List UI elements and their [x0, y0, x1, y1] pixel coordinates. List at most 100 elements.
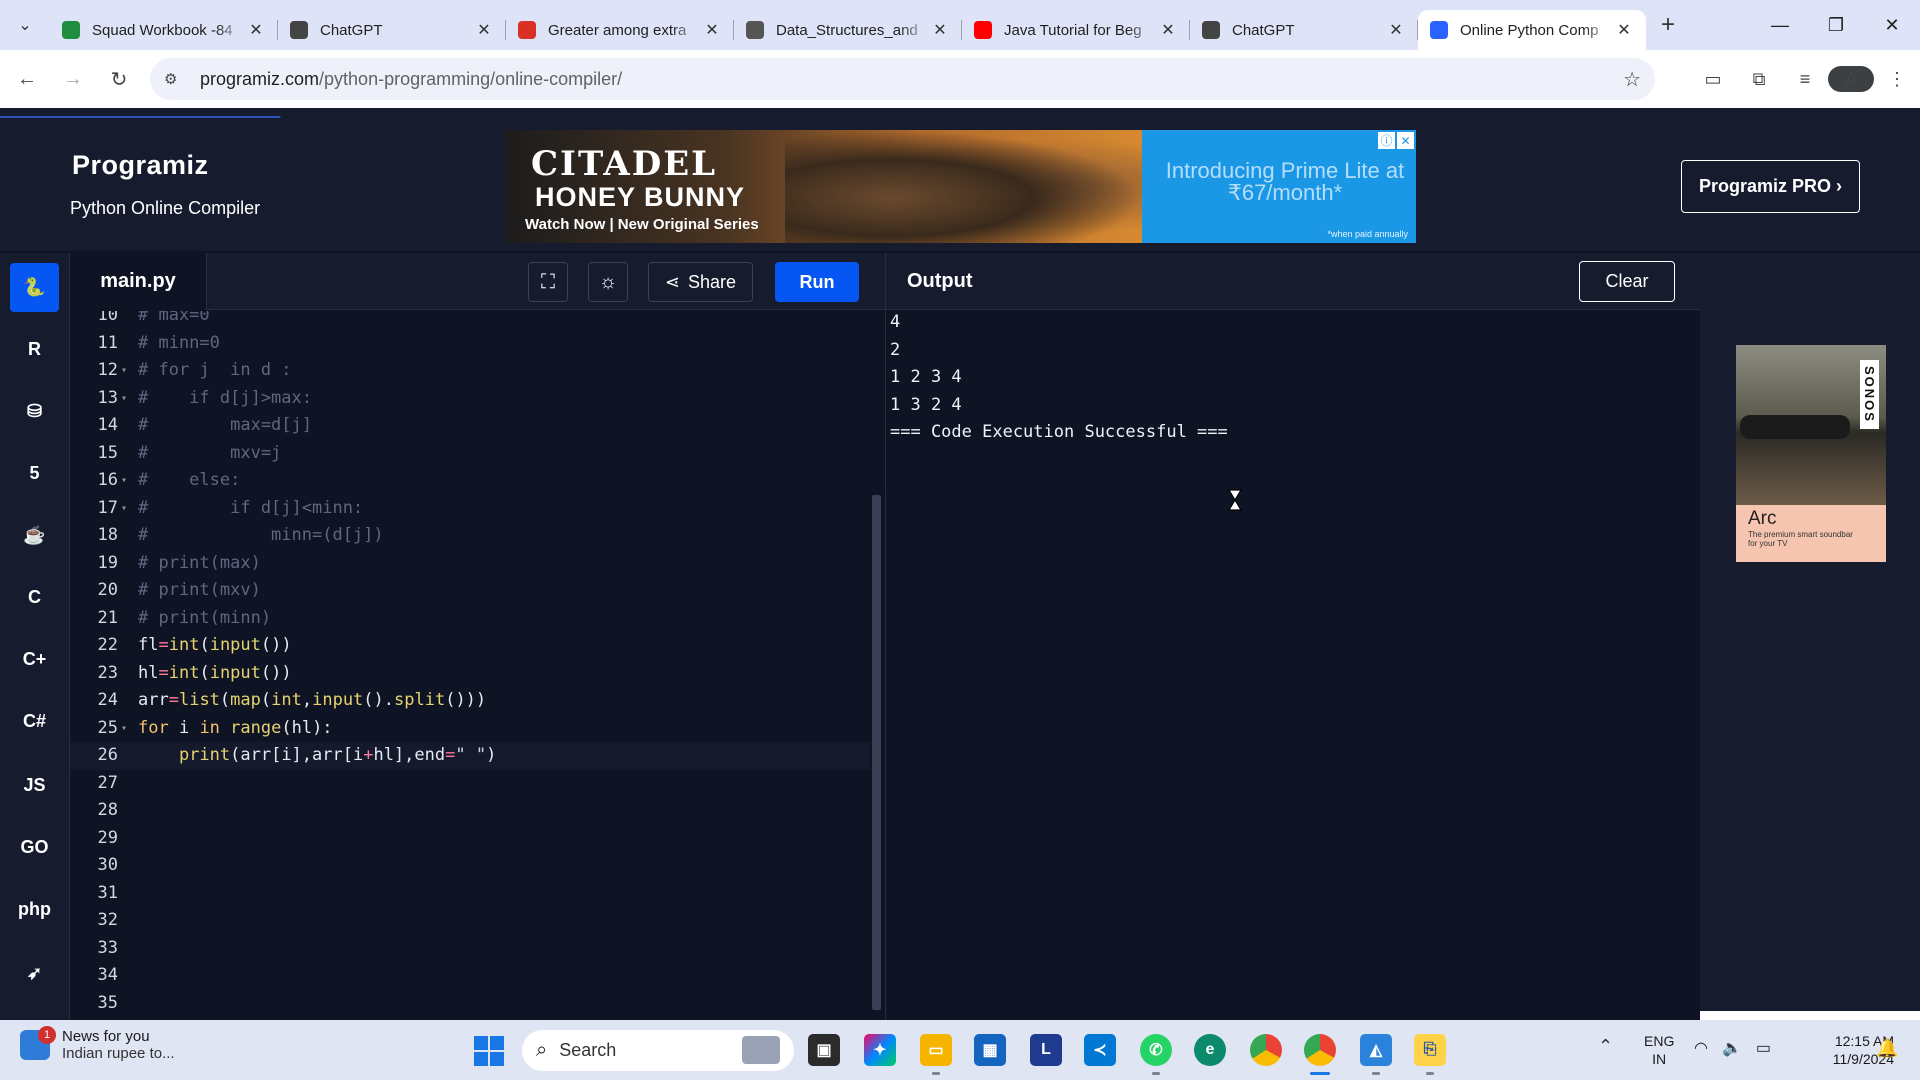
cast-icon[interactable]: ▭: [1690, 69, 1736, 90]
task-view-icon[interactable]: ▣: [808, 1034, 840, 1066]
whatsapp-icon[interactable]: ✆: [1140, 1034, 1172, 1066]
notification-bell-icon[interactable]: 🔔: [1876, 1038, 1898, 1059]
code-line[interactable]: 29: [70, 825, 870, 853]
news-widget[interactable]: 1 News for you Indian rupee to...: [20, 1026, 175, 1062]
code-line[interactable]: 31: [70, 880, 870, 908]
ad-close-icon[interactable]: ✕: [1397, 132, 1414, 149]
output-console[interactable]: 4 2 1 2 3 4 1 3 2 4 === Code Execution Succe…: [886, 311, 1700, 1020]
java-icon[interactable]: ☕: [10, 511, 59, 560]
tray-overflow-icon[interactable]: ⌃: [1598, 1036, 1613, 1057]
battery-icon[interactable]: ▭: [1756, 1038, 1771, 1058]
code-line[interactable]: 18 # minn=(d[j]): [70, 522, 870, 550]
csharp-icon[interactable]: C#: [10, 697, 59, 746]
code-line[interactable]: 16 ▾ # else:: [70, 467, 870, 495]
chrome-profile-icon[interactable]: [1304, 1034, 1336, 1066]
fold-toggle-icon[interactable]: ▾: [121, 715, 131, 743]
editor-scrollbar[interactable]: [872, 495, 881, 1010]
ad-banner[interactable]: CITADEL HONEY BUNNY Watch Now | New Orig…: [505, 130, 1416, 243]
theme-toggle-icon[interactable]: ☼: [588, 262, 628, 302]
file-tab-main-py[interactable]: main.py: [70, 253, 207, 310]
code-line[interactable]: 15 # mxv=j: [70, 440, 870, 468]
browser-tab[interactable]: Squad Workbook -84 ✕: [50, 10, 278, 50]
restore-button[interactable]: ❐: [1808, 0, 1864, 50]
tab-close-icon[interactable]: ✕: [1614, 20, 1634, 40]
code-line[interactable]: 32: [70, 907, 870, 935]
swift-icon[interactable]: ➶: [10, 949, 59, 998]
language-indicator[interactable]: ENG IN: [1644, 1032, 1674, 1068]
python-icon[interactable]: 🐍: [10, 263, 59, 312]
browser-tab[interactable]: ChatGPT ✕: [1190, 10, 1418, 50]
url-bar[interactable]: ⚙ programiz.com/python-programming/onlin…: [150, 58, 1655, 100]
tab-search-button[interactable]: ⌄: [0, 0, 50, 50]
browser-menu-icon[interactable]: ⋮: [1874, 69, 1920, 90]
taskbar-search[interactable]: ⌕ Search: [522, 1030, 794, 1071]
sql-icon[interactable]: ⛁: [10, 387, 59, 436]
code-line[interactable]: 21 # print(minn): [70, 605, 870, 633]
code-editor[interactable]: ▲ 10# max=011# minn=012▾# for j in d :13…: [70, 311, 885, 1020]
browser-tab[interactable]: ChatGPT ✕: [278, 10, 506, 50]
extensions-icon[interactable]: ⧉: [1736, 69, 1782, 90]
code-line[interactable]: 12 ▾ # for j in d :: [70, 357, 870, 385]
start-button[interactable]: [474, 1036, 504, 1066]
code-line[interactable]: 19 # print(max): [70, 550, 870, 578]
fold-toggle-icon[interactable]: ▾: [121, 357, 131, 385]
chrome-icon[interactable]: [1250, 1034, 1282, 1066]
code-line[interactable]: 25 ▾ for i in range(hl):: [70, 715, 870, 743]
browser-tab[interactable]: Online Python Comp ✕: [1418, 10, 1646, 50]
r-icon[interactable]: R: [10, 325, 59, 374]
c-icon[interactable]: C: [10, 573, 59, 622]
code-line[interactable]: 23 hl=int(input()): [70, 660, 870, 688]
browser-tab[interactable]: Data_Structures_and ✕: [734, 10, 962, 50]
code-line[interactable]: 35: [70, 990, 870, 1018]
minimize-button[interactable]: —: [1752, 0, 1808, 50]
code-line[interactable]: 10 # max=0: [70, 311, 870, 330]
js-icon[interactable]: JS: [10, 761, 59, 810]
vscode-icon[interactable]: ≺: [1084, 1034, 1116, 1066]
wifi-icon[interactable]: ◠: [1694, 1038, 1708, 1058]
back-button[interactable]: ←: [4, 56, 50, 102]
media-icon[interactable]: ≡: [1782, 69, 1828, 90]
code-line[interactable]: 13 ▾ # if d[j]>max:: [70, 385, 870, 413]
tab-close-icon[interactable]: ✕: [702, 20, 722, 40]
share-button[interactable]: ⋖ Share: [648, 262, 753, 302]
code-line[interactable]: 20 # print(mxv): [70, 577, 870, 605]
code-line[interactable]: 11 # minn=0: [70, 330, 870, 358]
copilot-icon[interactable]: ✦: [864, 1034, 896, 1066]
code-line[interactable]: 26 print(arr[i],arr[i+hl],end=" "): [70, 742, 870, 770]
l-app-icon[interactable]: L: [1030, 1034, 1062, 1066]
top-link-strip[interactable]: ____________________________________: [0, 108, 480, 118]
fold-toggle-icon[interactable]: ▾: [121, 467, 131, 495]
browser-tab[interactable]: Java Tutorial for Beg ✕: [962, 10, 1190, 50]
tab-close-icon[interactable]: ✕: [1158, 20, 1178, 40]
code-line[interactable]: 30: [70, 852, 870, 880]
tab-close-icon[interactable]: ✕: [1386, 20, 1406, 40]
reload-button[interactable]: ↻: [96, 56, 142, 102]
code-line[interactable]: 34: [70, 962, 870, 990]
bookmark-star-icon[interactable]: ☆: [1623, 67, 1641, 92]
code-line[interactable]: 28: [70, 797, 870, 825]
volume-icon[interactable]: 🔈: [1722, 1038, 1742, 1058]
sonos-ad[interactable]: SONOS Arc The premium smart soundbar for…: [1736, 345, 1886, 562]
code-line[interactable]: 22 fl=int(input()): [70, 632, 870, 660]
new-tab-button[interactable]: +: [1646, 11, 1690, 39]
browser-tab[interactable]: Greater among extra ✕: [506, 10, 734, 50]
store-icon[interactable]: ▦: [974, 1034, 1006, 1066]
code-line[interactable]: 24 arr=list(map(int,input().split())): [70, 687, 870, 715]
go-icon[interactable]: GO: [10, 823, 59, 872]
python-app-icon[interactable]: ⎘: [1414, 1034, 1446, 1066]
site-info-icon[interactable]: ⚙: [164, 70, 186, 88]
edge-icon[interactable]: e: [1194, 1034, 1226, 1066]
programiz-logo[interactable]: Programiz: [72, 150, 209, 181]
code-line[interactable]: 17 ▾ # if d[j]<minn:: [70, 495, 870, 523]
close-window-button[interactable]: ✕: [1864, 0, 1920, 50]
file-explorer-icon[interactable]: ▭: [920, 1034, 952, 1066]
clear-button[interactable]: Clear: [1579, 261, 1675, 302]
code-line[interactable]: 14 # max=d[j]: [70, 412, 870, 440]
programiz-pro-button[interactable]: Programiz PRO ›: [1681, 160, 1860, 213]
php-icon[interactable]: php: [10, 885, 59, 934]
fold-toggle-icon[interactable]: ▾: [121, 385, 131, 413]
run-button[interactable]: Run: [775, 262, 859, 302]
tab-close-icon[interactable]: ✕: [246, 20, 266, 40]
code-line[interactable]: 33: [70, 935, 870, 963]
code-line[interactable]: 27: [70, 770, 870, 798]
